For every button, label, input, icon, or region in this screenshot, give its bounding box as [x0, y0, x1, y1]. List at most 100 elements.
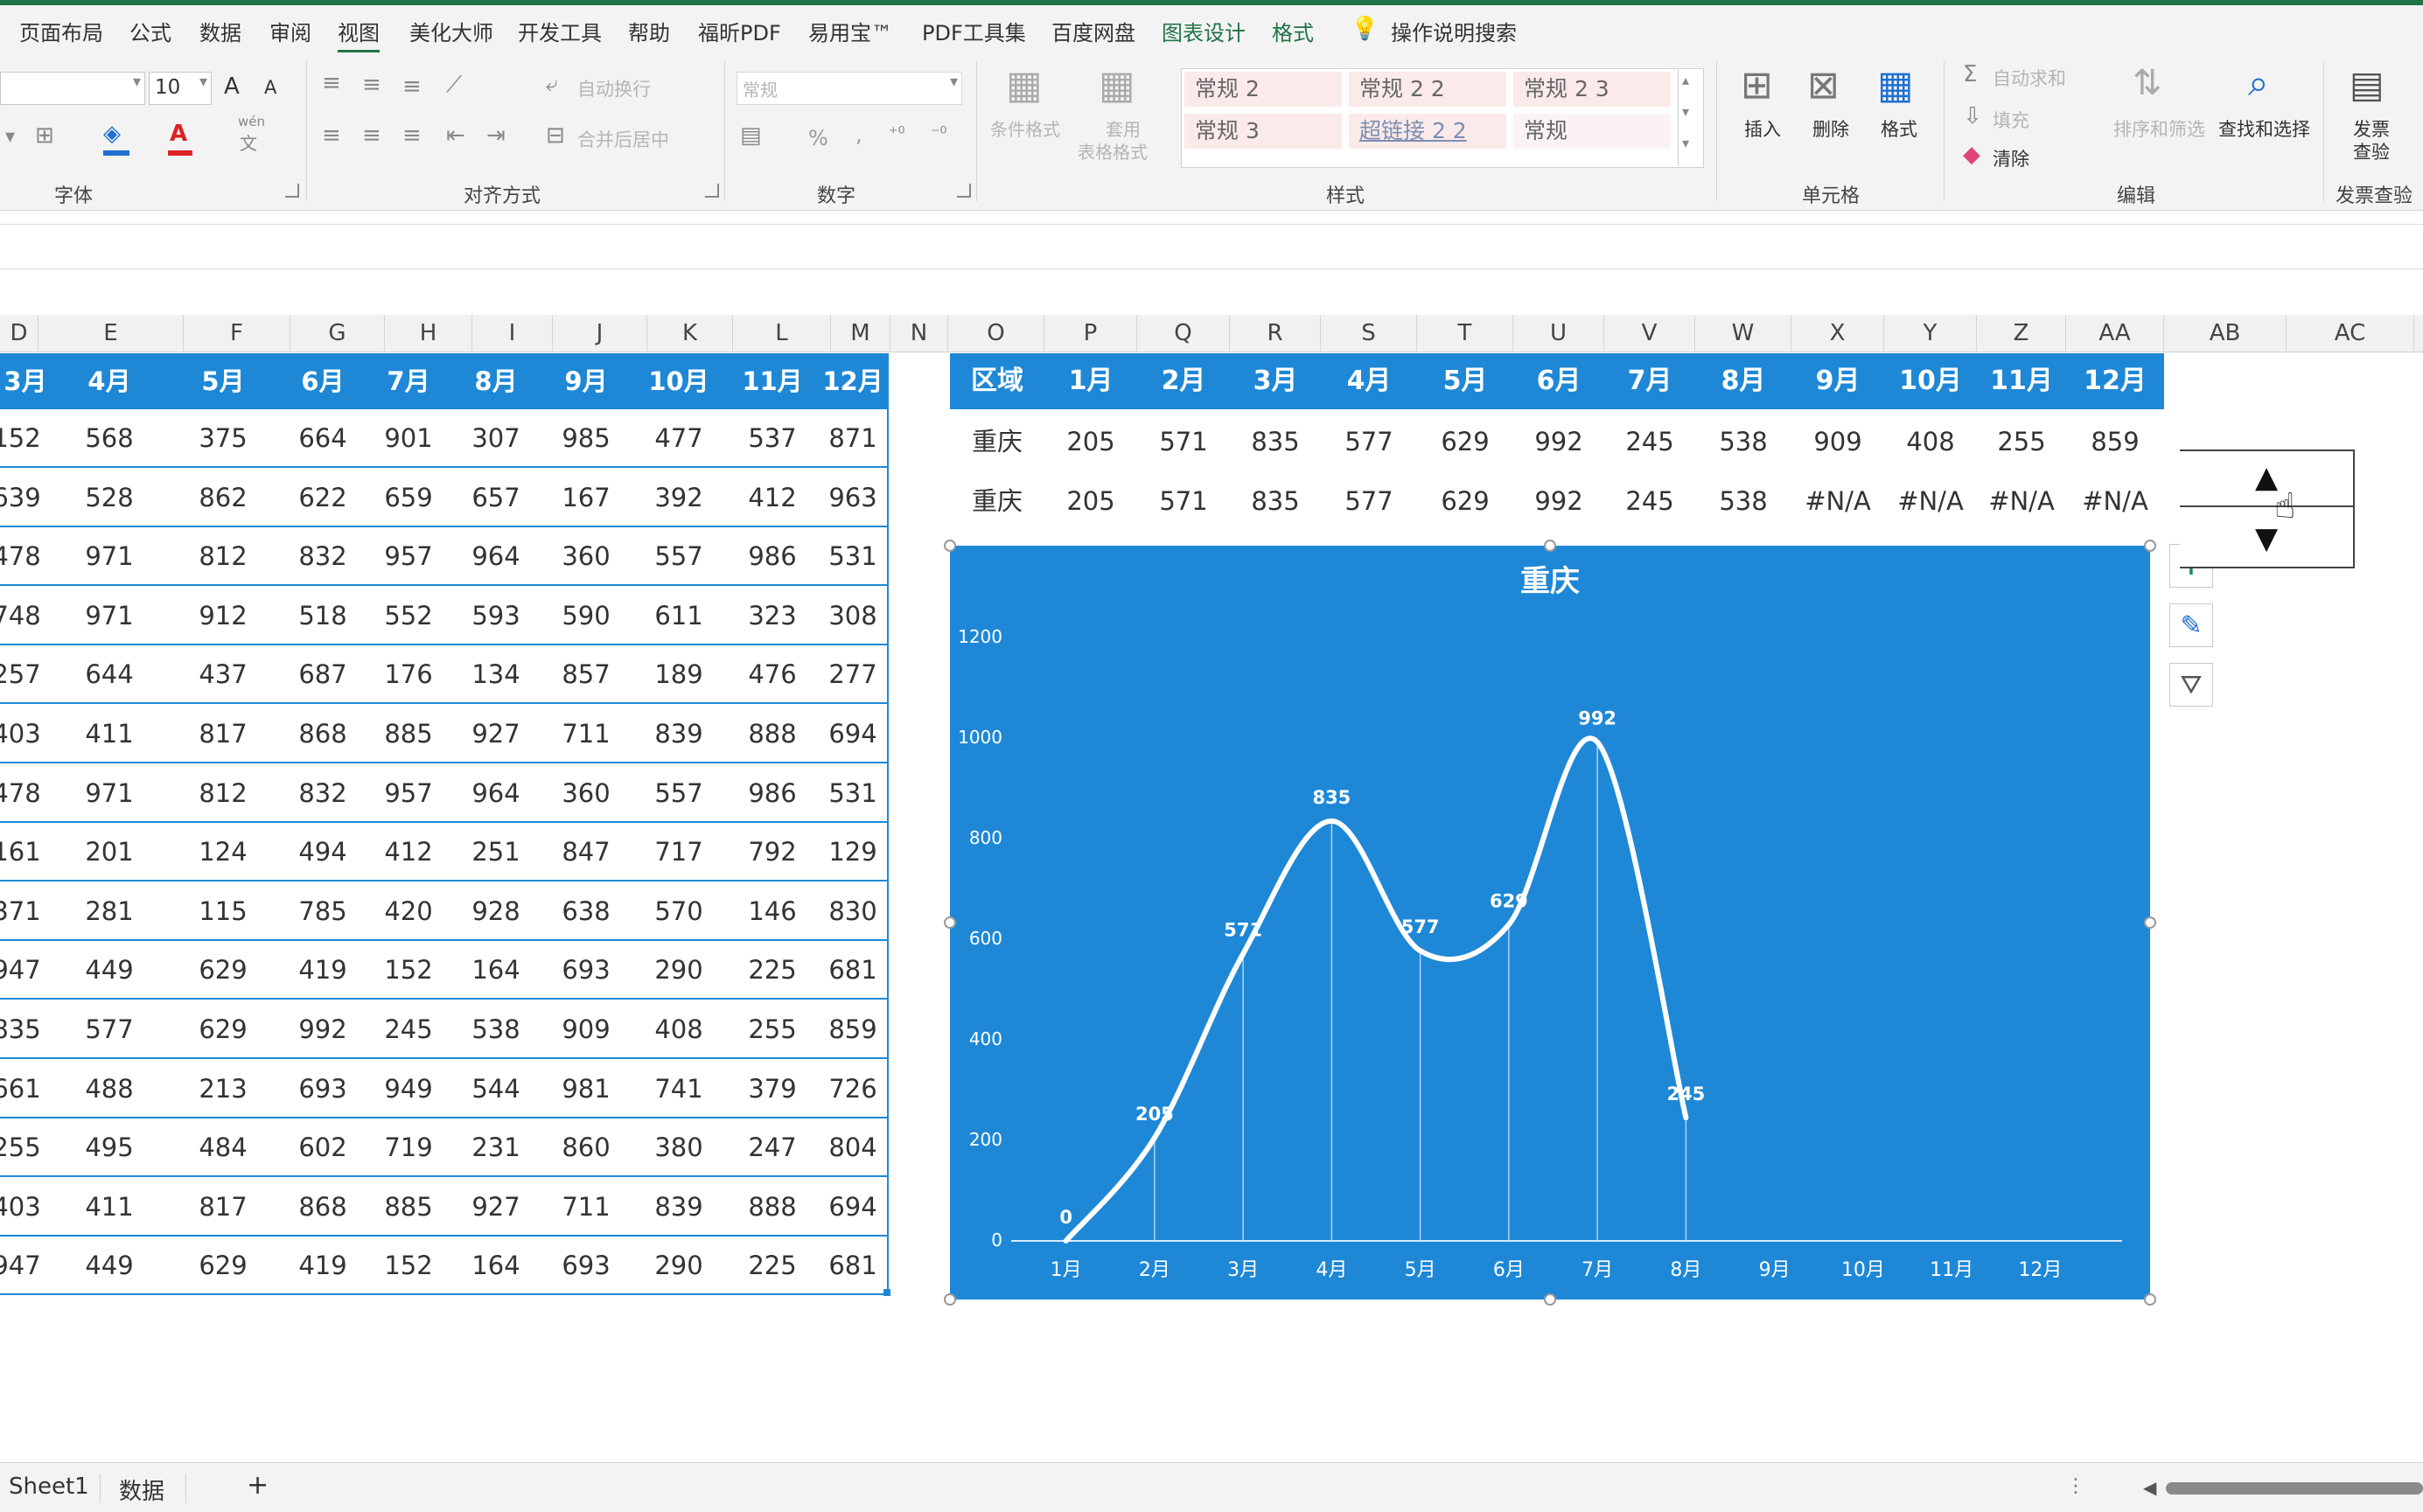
resize-handle[interactable]	[1544, 1293, 1556, 1306]
phonetic-guide-button[interactable]: wén	[238, 114, 265, 129]
data-label[interactable]: 0	[1059, 1207, 1072, 1228]
table-cell[interactable]: 986	[728, 764, 817, 823]
table-cell[interactable]: 957	[367, 764, 450, 823]
table-cell[interactable]: 281	[51, 882, 168, 941]
table-resize-handle[interactable]	[883, 1289, 890, 1296]
align-bottom-icon[interactable]: ≡	[402, 73, 422, 100]
table-cell[interactable]: 167	[542, 469, 630, 527]
table-cell[interactable]: 251	[450, 823, 542, 881]
table-cell[interactable]: 928	[450, 882, 542, 941]
tab-easy-tool[interactable]: 易用宝™	[808, 16, 892, 46]
table-cell[interactable]: 830	[817, 882, 889, 941]
align-left-icon[interactable]: ≡	[322, 122, 341, 149]
data-label[interactable]: 835	[1312, 787, 1351, 808]
data-label[interactable]: 571	[1224, 920, 1262, 941]
tab-data[interactable]: 数据	[199, 16, 241, 46]
region-cell[interactable]: 992	[1513, 413, 1604, 471]
region-cell[interactable]: 629	[1417, 472, 1513, 531]
column-header[interactable]: AB	[2164, 315, 2287, 352]
region-cell[interactable]: 835	[1230, 413, 1321, 471]
table-cell[interactable]: 245	[367, 1000, 450, 1059]
column-header[interactable]: Z	[1977, 315, 2066, 352]
table-cell[interactable]: 403	[0, 1178, 51, 1237]
table-cell[interactable]: 687	[278, 645, 367, 704]
series-line[interactable]	[1063, 735, 1689, 1244]
table-cell[interactable]: 164	[450, 1237, 542, 1295]
table-cell[interactable]: 577	[51, 1000, 168, 1059]
table-cell[interactable]: 859	[817, 1000, 889, 1059]
font-grow-button[interactable]: A	[224, 73, 240, 100]
tell-me-search[interactable]: 操作说明搜索	[1391, 16, 1517, 46]
column-header[interactable]: E	[38, 315, 184, 352]
add-sheet-button[interactable]: +	[247, 1470, 269, 1501]
column-header[interactable]: V	[1604, 315, 1695, 352]
sheet-tab-sheet1[interactable]: Sheet1	[9, 1474, 89, 1500]
increase-indent-icon[interactable]: ⇥	[486, 122, 506, 149]
table-cell[interactable]: 290	[630, 941, 728, 1000]
find-select-icon[interactable]: ⌕	[2248, 61, 2269, 105]
tab-view[interactable]: 视图	[338, 16, 380, 53]
table-cell[interactable]: 927	[450, 705, 542, 763]
formula-bar[interactable]	[0, 224, 2423, 269]
format-as-table-label2[interactable]: 表格格式	[1078, 138, 1148, 164]
column-header[interactable]: Q	[1137, 315, 1230, 352]
font-size-box[interactable]: 10 ▾	[149, 72, 212, 105]
autosum-button[interactable]: 自动求和	[1993, 65, 2066, 91]
table-cell[interactable]: 693	[278, 1060, 367, 1118]
sort-filter-icon[interactable]: ⇅	[2133, 63, 2162, 103]
table-cell[interactable]: 693	[542, 941, 630, 1000]
table-cell[interactable]: 986	[728, 527, 817, 586]
table-cell[interactable]: 419	[278, 1237, 367, 1295]
table-cell[interactable]: 538	[450, 1000, 542, 1059]
column-header[interactable]: N	[890, 315, 948, 352]
style-cell-normal-2[interactable]: 常规 2	[1184, 72, 1342, 107]
data-label[interactable]: 205	[1135, 1104, 1174, 1125]
region-cell[interactable]: 571	[1137, 472, 1230, 531]
gallery-more-icon[interactable]: ▾	[1682, 135, 1689, 151]
region-cell[interactable]: 205	[1044, 472, 1137, 531]
region-cell[interactable]: 538	[1695, 472, 1791, 531]
table-cell[interactable]: 981	[542, 1060, 630, 1118]
resize-handle[interactable]	[944, 916, 956, 929]
table-cell[interactable]: 726	[817, 1060, 889, 1118]
table-cell[interactable]: 379	[728, 1060, 817, 1118]
tab-beautify[interactable]: 美化大师	[409, 16, 493, 46]
table-cell[interactable]: 971	[51, 587, 168, 645]
table-cell[interactable]: 152	[0, 409, 51, 468]
table-cell[interactable]: 494	[278, 823, 367, 881]
column-header[interactable]: I	[472, 315, 553, 352]
format-cells-icon[interactable]: ▦	[1877, 63, 1914, 108]
table-cell[interactable]: 307	[450, 409, 542, 468]
find-select-button[interactable]: 查找和选择	[2218, 115, 2310, 142]
region-cell[interactable]: 577	[1321, 472, 1417, 531]
clear-button[interactable]: 清除	[1993, 145, 2029, 171]
align-middle-icon[interactable]: ≡	[362, 72, 381, 98]
resize-handle[interactable]	[2144, 540, 2156, 552]
table-cell[interactable]: 225	[728, 1237, 817, 1295]
gallery-scroll[interactable]: ▴ ▾ ▾	[1678, 68, 1701, 166]
region-cell[interactable]: 859	[2066, 413, 2164, 471]
resize-handle[interactable]	[2144, 1293, 2156, 1306]
table-cell[interactable]: 681	[817, 941, 889, 1000]
table-cell[interactable]: 888	[728, 705, 817, 763]
table-cell[interactable]: 857	[542, 645, 630, 704]
table-cell[interactable]: 449	[51, 1237, 168, 1295]
table-cell[interactable]: 380	[630, 1118, 728, 1177]
table-cell[interactable]: 225	[728, 941, 817, 1000]
table-cell[interactable]: 963	[817, 469, 889, 527]
insert-cells-icon[interactable]: ⊞	[1741, 63, 1773, 108]
table-cell[interactable]: 868	[278, 705, 367, 763]
table-cell[interactable]: 711	[542, 1178, 630, 1237]
table-cell[interactable]: 638	[542, 882, 630, 941]
table-cell[interactable]: 949	[367, 1060, 450, 1118]
table-cell[interactable]: 785	[278, 882, 367, 941]
table-cell[interactable]: 257	[0, 645, 51, 704]
border-icon[interactable]: ⊞	[35, 122, 54, 149]
table-cell[interactable]: 629	[168, 941, 278, 1000]
style-cell-normal-3[interactable]: 常规 3	[1184, 114, 1342, 149]
align-top-icon[interactable]: ≡	[322, 70, 341, 96]
table-cell[interactable]: 360	[542, 764, 630, 823]
tab-pdf-tools[interactable]: PDF工具集	[922, 16, 1026, 46]
region-cell[interactable]: 629	[1417, 413, 1513, 471]
table-cell[interactable]: 812	[168, 527, 278, 586]
